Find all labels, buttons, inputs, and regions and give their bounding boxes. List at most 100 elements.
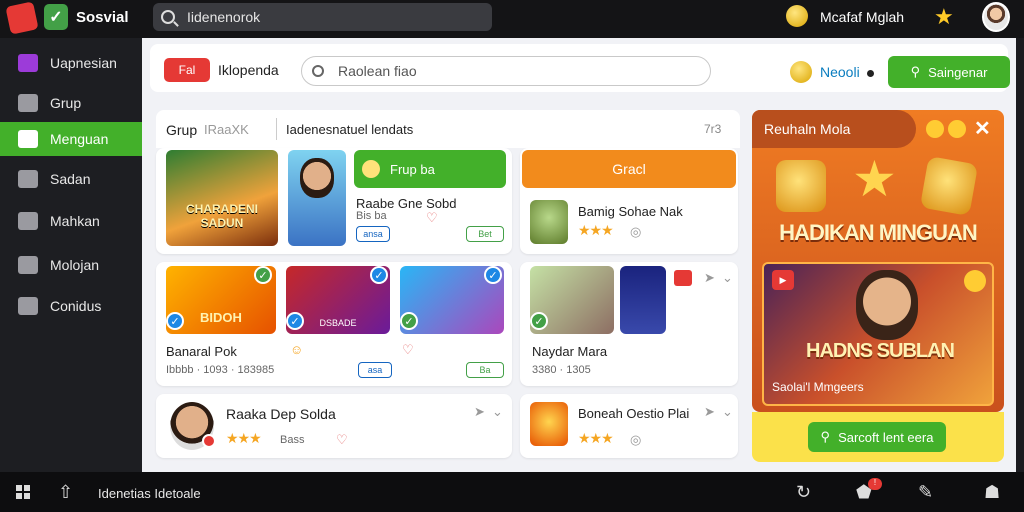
search-icon	[312, 65, 324, 77]
sidebar-item-uapnesian[interactable]: Uapnesian	[0, 46, 142, 80]
coin-icon[interactable]	[948, 120, 966, 138]
sidebar-item-molojan[interactable]: Molojan	[0, 248, 142, 282]
trio-card[interactable]: BIDOH ✓ ✓ DSBADE ✓ ✓ ✓ ✓ Banaral Pok ☺ ♡…	[156, 262, 512, 386]
sidebar-item-sadan[interactable]: Sadan	[0, 162, 142, 196]
sidebar-item-label: Sadan	[50, 171, 91, 187]
promo-image[interactable]: ▶ HADNS SUBLAN Saolai'l Mmgeers	[762, 262, 994, 406]
saingenar-button[interactable]: ⚲ Saingenar	[888, 56, 1010, 88]
chevron-down-icon[interactable]: ⌄	[492, 404, 503, 420]
refresh-icon[interactable]: ↻	[796, 482, 811, 503]
card-title: Boneah Oestio Plai	[578, 406, 690, 421]
green-shield-logo-icon[interactable]: ✓	[44, 4, 68, 30]
sidebar-item-label: Grup	[50, 95, 82, 111]
sidebar-item-conidus[interactable]: Conidus	[0, 289, 142, 323]
star-icon: ★	[852, 151, 897, 207]
chevron-down-icon[interactable]: ⌄	[722, 270, 733, 286]
share-icon[interactable]: ➤	[474, 404, 485, 420]
status-text: Neooli	[820, 64, 860, 80]
red-logo-icon[interactable]	[5, 1, 39, 35]
arrow-icon[interactable]: ⇧	[58, 482, 73, 503]
promo-image-title: HADNS SUBLAN	[806, 340, 955, 362]
section-tab-sub: IRaaXK	[204, 122, 249, 137]
button-label: Frup ba	[390, 161, 435, 177]
share-icon[interactable]: ➤	[704, 270, 715, 286]
check-badge-icon: ✓	[166, 312, 184, 330]
groc-card[interactable]: Gracl Bamig Sohae Nak ★★★ ◎	[520, 148, 738, 254]
star-icon[interactable]: ★	[934, 4, 954, 30]
thumbnail-title: CHARADENI SADUN	[186, 202, 258, 230]
sidebar-item-mahkan[interactable]: Mahkan	[0, 204, 142, 238]
character-thumbnail[interactable]	[530, 402, 568, 446]
blue-badge[interactable]: ansa	[356, 226, 390, 242]
person1-card[interactable]: Raaka Dep Solda ★★★ Bass ♡ ➤ ⌄	[156, 394, 512, 458]
heart-icon[interactable]: ♡	[402, 342, 414, 358]
coin-icon[interactable]	[786, 5, 808, 27]
shield-icon	[18, 170, 38, 188]
green-badge[interactable]: Bet	[466, 226, 504, 242]
fal-pill-button[interactable]: Fal	[164, 58, 210, 82]
notification-badge: !	[868, 478, 882, 490]
bird-icon	[18, 297, 38, 315]
top-search-input[interactable]: Iidenenorok	[153, 3, 492, 31]
app-icon	[18, 54, 38, 72]
search-placeholder: Raolean fiao	[338, 63, 417, 79]
info-icon[interactable]: ◎	[630, 432, 641, 448]
subheader-search-input[interactable]: Raolean fiao	[301, 56, 711, 86]
promo-panel[interactable]: Reuhaln Mola ✕ ★ HADIKAN MINGUAN ▶ HADNS…	[752, 110, 1004, 412]
chevron-down-icon[interactable]: ⌄	[722, 404, 733, 420]
grid-icon	[18, 130, 38, 148]
button-label: Sarcoft lent eera	[838, 429, 934, 445]
featured-thumbnail[interactable]: CHARADENI SADUN	[166, 150, 278, 246]
person2-card[interactable]: Boneah Oestio Plai ★★★ ◎ ➤ ⌄	[520, 394, 738, 458]
blue-badge[interactable]: asa	[358, 362, 392, 378]
gracl-button[interactable]: Gracl	[522, 150, 736, 188]
soldier-thumbnail[interactable]	[530, 200, 568, 244]
user-name[interactable]: Mcafaf Mglah	[820, 9, 904, 25]
check-badge-icon: ✓	[530, 312, 548, 330]
sidebar-item-grup[interactable]: Grup	[0, 86, 142, 120]
promo-tab[interactable]: Reuhaln Mola	[752, 110, 916, 148]
subheader: Fal Iklopenda Raolean fiao Neooli ⚲ Sain…	[150, 44, 1010, 92]
featured-card[interactable]: CHARADENI SADUN Frup ba Raabe Gne Sobd B…	[156, 148, 512, 254]
close-icon[interactable]: ✕	[974, 116, 991, 141]
emoji-icon[interactable]: ☺	[290, 342, 303, 357]
duo-card[interactable]: ✓ ➤ ⌄ Naydar Mara 3380 · 1305	[520, 262, 738, 386]
check-badge-icon: ✓	[286, 312, 304, 330]
sidebar-item-menguan[interactable]: Menguan	[0, 122, 142, 156]
card-sub: Bass	[280, 434, 305, 446]
windows-grid-icon[interactable]	[16, 485, 30, 499]
card-sub: Ibbbb · 1093 · 183985	[166, 364, 275, 376]
section-count: 7r3	[704, 122, 722, 136]
button-label: Saingenar	[928, 64, 988, 80]
trophy-icon	[776, 160, 826, 212]
flag-icon[interactable]	[674, 270, 692, 286]
promo-search-button[interactable]: ⚲ Sarcoft lent eera	[808, 422, 946, 452]
pen-icon[interactable]: ✎	[918, 482, 933, 503]
top-search-value: Iidenenorok	[187, 9, 261, 25]
section-tab[interactable]: Grup	[166, 122, 197, 138]
status-dot-icon	[867, 70, 874, 77]
divider	[276, 118, 277, 140]
info-icon[interactable]: ◎	[630, 224, 641, 240]
person-face-icon	[300, 158, 334, 198]
rating-stars: ★★★	[578, 430, 614, 446]
sidebar-item-label: Uapnesian	[50, 55, 117, 71]
search-icon: ⚲	[910, 64, 921, 79]
duo-thumbnail-2[interactable]	[620, 266, 666, 334]
frup-button[interactable]: Frup ba	[354, 150, 506, 188]
heart-icon[interactable]: ♡	[426, 210, 438, 226]
user-icon[interactable]: ☗	[984, 482, 1000, 503]
heart-icon[interactable]: ♡	[336, 432, 348, 448]
avatar[interactable]	[982, 2, 1010, 32]
coin-icon[interactable]	[926, 120, 944, 138]
badge-icon	[202, 434, 216, 448]
green-badge[interactable]: Ba	[466, 362, 504, 378]
sidebar: Uapnesian Grup Menguan Sadan Mahkan Molo…	[0, 38, 142, 472]
share-icon[interactable]: ➤	[704, 404, 715, 420]
card-sub: 3380 · 1305	[532, 364, 591, 376]
card-title: Raaka Dep Solda	[226, 406, 336, 422]
top-bar: ✓ Sosvial Iidenenorok Mcafaf Mglah ★	[0, 0, 1024, 38]
card-title: Naydar Mara	[532, 344, 608, 359]
card-title: Banaral Pok	[166, 344, 237, 359]
person-thumbnail[interactable]	[288, 150, 346, 246]
